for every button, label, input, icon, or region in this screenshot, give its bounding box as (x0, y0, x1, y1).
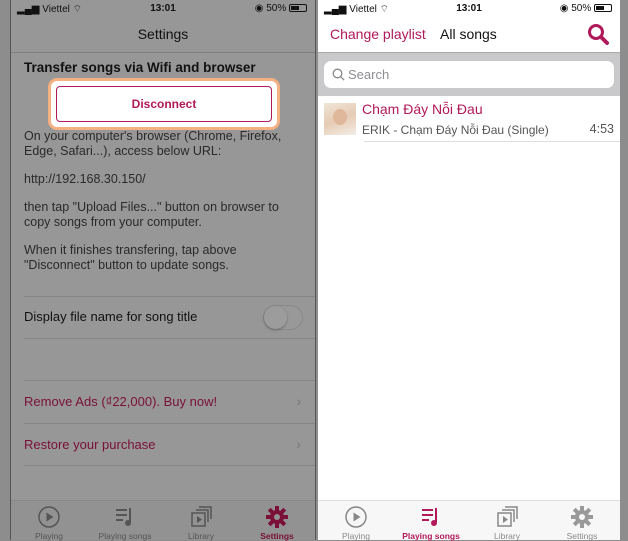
status-bar: ▂▄▆ Viettel ⌔ 13:01 ◉ 50% (318, 0, 620, 18)
disconnect-button[interactable]: Disconnect (56, 86, 272, 122)
library-icon (191, 506, 212, 527)
remove-ads-label: Remove Ads (₫22,000). Buy now! (24, 394, 218, 409)
section-title: Transfer songs via Wifi and browser (24, 60, 256, 75)
library-icon (497, 506, 518, 527)
song-list-item[interactable]: Chạm Đáy Nỗi Đau ERIK - Chạm Đáy Nỗi Đau… (318, 97, 620, 142)
battery: ◉ 50% (255, 3, 307, 14)
chevron-right-icon: › (296, 436, 301, 452)
battery: ◉ 50% (560, 3, 612, 14)
play-icon (345, 506, 367, 528)
server-url: http://192.168.30.150/ (24, 172, 146, 186)
songs-screen: ▂▄▆ Viettel ⌔ 13:01 ◉ 50% Change playlis… (318, 0, 620, 541)
status-bar: ▂▄▆ Viettel ⌔ 13:01 ◉ 50% (11, 0, 315, 18)
chevron-right-icon: › (296, 393, 301, 409)
search-icon[interactable] (586, 22, 610, 46)
tab-bar: Playing Playing songs Library Settings (318, 500, 620, 541)
tab-playing[interactable]: Playing (11, 505, 87, 541)
tab-bar: Playing Playing songs Library Settings (11, 500, 315, 541)
display-filename-toggle[interactable] (263, 305, 303, 330)
tab-settings[interactable]: Settings (239, 505, 315, 541)
gear-icon (571, 506, 593, 528)
instructions: On your computer's browser (Chrome, Fire… (24, 129, 282, 272)
album-art (324, 103, 356, 135)
toggle-label: Display file name for song title (24, 309, 198, 324)
page-title: Settings (137, 26, 189, 42)
gear-icon (266, 506, 288, 528)
search-input[interactable]: Search (324, 61, 614, 88)
change-playlist-button[interactable]: Change playlist (330, 26, 426, 42)
tab-playing-songs[interactable]: Playing songs (87, 505, 163, 541)
play-icon (38, 506, 60, 528)
search-icon (332, 68, 345, 81)
song-subtitle: ERIK - Chạm Đáy Nỗi Đau (Single) (362, 123, 549, 137)
song-title: Chạm Đáy Nỗi Đau (362, 101, 483, 117)
playlist-title: All songs (440, 26, 497, 42)
search-placeholder: Search (348, 67, 390, 82)
playlist-icon (422, 508, 437, 526)
tab-settings[interactable]: Settings (544, 505, 620, 541)
tab-library[interactable]: Library (163, 505, 239, 541)
tab-playing[interactable]: Playing (318, 505, 394, 541)
tab-library[interactable]: Library (469, 505, 545, 541)
remove-ads-row[interactable]: Remove Ads (₫22,000). Buy now! › (11, 381, 315, 423)
song-duration: 4:53 (589, 122, 614, 136)
restore-purchase-row[interactable]: Restore your purchase › (11, 424, 315, 466)
settings-screen: ▂▄▆ Viettel ⌔ 13:01 ◉ 50% Settings Trans… (10, 0, 316, 541)
tab-playing-songs[interactable]: Playing songs (393, 505, 469, 541)
restore-label: Restore your purchase (24, 437, 156, 452)
playlist-icon (116, 508, 131, 526)
